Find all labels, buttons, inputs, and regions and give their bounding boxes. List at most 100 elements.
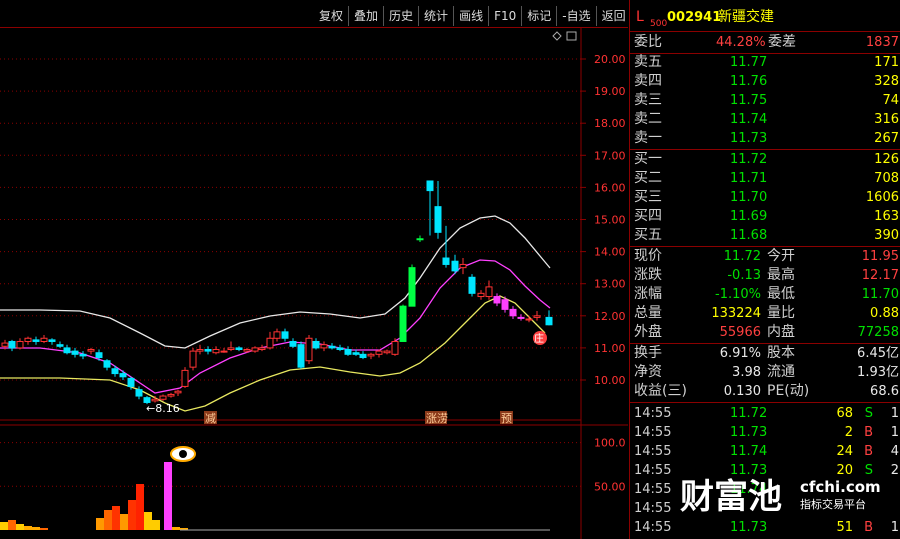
bid-row-1: 买二 11.71 708 bbox=[630, 169, 900, 188]
tick-row-1: 14:55 11.73 2 B 1 bbox=[630, 423, 900, 442]
volume-bar bbox=[16, 524, 24, 530]
candle-body bbox=[525, 318, 533, 321]
tick-time: 14:55 bbox=[634, 444, 672, 459]
fund-label: 流通 bbox=[767, 364, 795, 380]
volume-bar bbox=[32, 527, 40, 530]
quote-value: -0.13 bbox=[727, 268, 761, 283]
ask-row-3: 卖二 11.74 316 bbox=[630, 110, 900, 129]
ask-volume: 74 bbox=[882, 93, 899, 108]
candle-body bbox=[416, 238, 424, 241]
candle-body bbox=[399, 305, 407, 342]
quote-label: 总量 bbox=[634, 305, 662, 321]
candle-body bbox=[451, 260, 459, 272]
candle-body bbox=[273, 331, 281, 339]
quote-label: 今开 bbox=[767, 248, 795, 264]
volume-bar bbox=[0, 522, 8, 530]
bid-price: 11.70 bbox=[730, 190, 768, 205]
price-tick-label: 20.00 bbox=[594, 53, 626, 66]
volume-tick-label: 50.00 bbox=[594, 480, 626, 493]
candle-body bbox=[328, 345, 336, 349]
tick-volume: 2 bbox=[844, 425, 853, 440]
bid-volume: 1606 bbox=[865, 190, 899, 205]
ask-row-0: 卖五 11.77 171 bbox=[630, 53, 900, 72]
candle-body bbox=[383, 350, 391, 354]
tick-side: B bbox=[864, 425, 873, 440]
divider bbox=[630, 402, 900, 403]
candle-body bbox=[63, 347, 71, 354]
candle-body bbox=[281, 331, 289, 339]
ask-row-4: 卖一 11.73 267 bbox=[630, 129, 900, 148]
toolbar-btn-3[interactable]: 统计 bbox=[418, 6, 453, 26]
toolbar-btn-4[interactable]: 画线 bbox=[453, 6, 488, 26]
quote-value: 133224 bbox=[711, 306, 761, 321]
weicha-value: 1837 bbox=[865, 35, 899, 50]
bid-label: 买五 bbox=[634, 227, 662, 243]
candle-body bbox=[426, 180, 434, 192]
volume-bar bbox=[164, 462, 172, 530]
quote-panel: L 500 002941 新疆交建 委比 44.28% 委差 1837 卖五 11.77 1… bbox=[629, 0, 900, 539]
quote-label: 涨跌 bbox=[634, 267, 662, 283]
ask-label: 卖三 bbox=[634, 92, 662, 108]
candle-body bbox=[127, 377, 135, 387]
candle-body bbox=[151, 398, 159, 402]
toolbar-btn-1[interactable]: 叠加 bbox=[348, 6, 383, 26]
kline-chart[interactable]: 20.00 19.00 18.00 17.00 16.00 15.00 14.00 13.00… bbox=[0, 28, 628, 539]
price-tick-label: 14.00 bbox=[594, 246, 626, 259]
toolbar-btn-0[interactable]: 复权 bbox=[314, 6, 348, 26]
volume-bar bbox=[152, 520, 160, 530]
fund-label: PE(动) bbox=[767, 383, 810, 399]
candle-body bbox=[103, 360, 111, 368]
price-tick-label: 17.00 bbox=[594, 149, 626, 162]
volume-bar bbox=[144, 512, 152, 530]
quote-label: 最高 bbox=[767, 267, 795, 283]
fund-value: 3.98 bbox=[732, 365, 761, 380]
toolbar-btn-8[interactable]: 返回 bbox=[595, 6, 631, 26]
quote-value: 0.88 bbox=[870, 306, 899, 321]
tick-count: 4 bbox=[890, 444, 899, 459]
toolbar-btn-5[interactable]: F10 bbox=[488, 6, 521, 26]
tick-side: B bbox=[864, 444, 873, 459]
candle-body bbox=[32, 339, 40, 342]
candle-body bbox=[442, 257, 450, 265]
fund-value: 68.6 bbox=[870, 384, 899, 399]
bid-volume: 390 bbox=[874, 228, 899, 243]
bid-label: 买三 bbox=[634, 189, 662, 205]
quote-row-0: 现价 11.72 今开 11.95 bbox=[630, 247, 900, 266]
candle-body bbox=[24, 337, 32, 342]
ask-label: 卖四 bbox=[634, 73, 662, 89]
ask-volume: 267 bbox=[874, 131, 899, 146]
weibi-value: 44.28% bbox=[716, 35, 766, 50]
ask-price: 11.77 bbox=[730, 55, 768, 70]
ma-upper bbox=[0, 215, 551, 349]
quote-value: 12.17 bbox=[861, 268, 899, 283]
candle-body bbox=[251, 347, 259, 352]
bid-price: 11.71 bbox=[730, 171, 768, 186]
toolbar-btn-6[interactable]: 标记 bbox=[521, 6, 556, 26]
tick-time: 14:55 bbox=[634, 406, 672, 421]
ask-row-1: 卖四 11.76 328 bbox=[630, 72, 900, 91]
volume-bar bbox=[172, 527, 180, 530]
toolbar-btn-2[interactable]: 历史 bbox=[383, 6, 418, 26]
tick-time: 14:55 bbox=[634, 482, 672, 497]
quote-label: 外盘 bbox=[634, 324, 662, 340]
tick-time: 14:55 bbox=[634, 425, 672, 440]
candle-body bbox=[181, 369, 189, 387]
price-tick-label: 13.00 bbox=[594, 278, 626, 291]
toolbar-btn-7[interactable]: -自选 bbox=[556, 6, 595, 26]
candle-body bbox=[159, 395, 167, 400]
candle-body bbox=[367, 353, 375, 357]
candle-body bbox=[305, 337, 313, 362]
candle-body bbox=[111, 368, 119, 375]
candle-body bbox=[312, 340, 320, 349]
candle-body bbox=[344, 349, 352, 355]
fund-row-0: 换手 6.91% 股本 6.45亿 bbox=[630, 344, 900, 363]
candle-body bbox=[174, 390, 182, 394]
diamond-icon bbox=[552, 31, 562, 41]
quote-row-2: 涨幅 -1.10% 最低 11.70 bbox=[630, 285, 900, 304]
quote-value: 11.72 bbox=[723, 249, 761, 264]
candle-body bbox=[40, 337, 48, 342]
candle-body bbox=[477, 292, 485, 298]
candle-body bbox=[375, 350, 383, 355]
chart-area[interactable]: 20.00 19.00 18.00 17.00 16.00 15.00 14.00 13.00… bbox=[0, 28, 628, 539]
quote-label: 内盘 bbox=[767, 324, 795, 340]
